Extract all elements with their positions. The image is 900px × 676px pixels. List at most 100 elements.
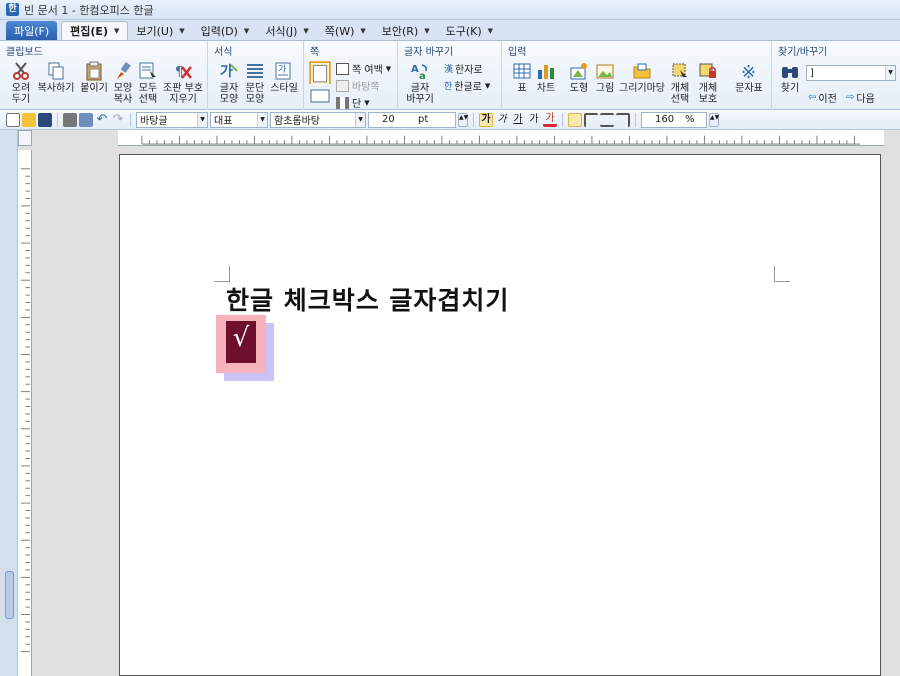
to-hanja-label: 한자로 xyxy=(455,65,483,76)
horizontal-ruler xyxy=(118,130,884,146)
char-shape-button[interactable]: 가 글자 모양 xyxy=(216,61,242,105)
shape-button[interactable]: 도형 xyxy=(566,61,592,94)
chart-button[interactable]: 차트 xyxy=(534,61,558,94)
underline-icon[interactable]: 가 xyxy=(511,113,525,127)
font-color-icon[interactable]: 가 xyxy=(543,113,557,127)
font-size-unit: pt xyxy=(418,114,429,125)
zoom-input[interactable]: 160% xyxy=(641,111,707,128)
find-input-value: ] xyxy=(810,67,814,79)
overlapped-checkbox[interactable]: √ xyxy=(216,315,276,383)
chevron-down-icon[interactable]: ▼ xyxy=(885,66,895,80)
language-select[interactable]: 대표 ▼ xyxy=(210,111,268,128)
find-label: 찾기 xyxy=(780,83,800,94)
tab-file[interactable]: 파일(F) xyxy=(6,21,58,40)
page-layout-button[interactable] xyxy=(308,60,332,86)
find-prev-button[interactable]: ⇦ 이전 xyxy=(808,90,837,105)
group-format: 서식 가 글자 모양 문단 모양 가 스타일 xyxy=(208,41,304,111)
tab-tools-label: 도구(K) xyxy=(445,24,482,38)
find-prev-label: 이전 xyxy=(818,94,837,105)
tab-insert[interactable]: 입력(D) ▼ xyxy=(193,21,258,40)
find-input[interactable]: ] ▼ xyxy=(806,65,896,81)
align-left-icon[interactable] xyxy=(584,112,598,127)
tab-tools[interactable]: 도구(K) ▼ xyxy=(438,21,501,40)
group-find: 찾기/바꾸기 찾기 ] ▼ ⇦ 이전 ⇨ 다음 xyxy=(772,41,900,111)
column-button[interactable]: 단 ▼ xyxy=(336,95,370,110)
spin-icon[interactable]: ▲▼ xyxy=(458,112,468,127)
format-toolbar: ↶ ↷ 바탕글 ▼ 대표 ▼ 함초롬바탕 ▼ 20 pt ▲▼ 가 가 가 가 가 16… xyxy=(0,110,900,130)
align-right-icon[interactable] xyxy=(616,112,630,127)
bar-chart-icon xyxy=(538,65,554,79)
to-hangul-button[interactable]: 한 한글로 ▼ xyxy=(444,78,491,94)
style-icon: 가 xyxy=(275,62,291,80)
align-center-icon[interactable] xyxy=(600,112,614,127)
table-button[interactable]: 표 xyxy=(510,61,534,94)
toolbar-divider xyxy=(57,112,58,127)
style-select-value: 바탕글 xyxy=(140,116,168,127)
open-folder-icon[interactable] xyxy=(22,112,36,127)
object-protect-button[interactable]: 개체 보호 xyxy=(694,61,722,105)
style-button[interactable]: 가 스타일 xyxy=(268,61,300,94)
strikethrough-icon[interactable]: 가 xyxy=(527,113,541,127)
italic-icon[interactable]: 가 xyxy=(495,113,509,127)
font-size-input[interactable]: 20 pt xyxy=(368,111,456,128)
arrow-left-icon: ⇦ xyxy=(808,92,817,103)
picture-button[interactable]: 그림 xyxy=(592,61,618,94)
find-next-button[interactable]: ⇨ 다음 xyxy=(846,90,875,105)
app-icon: 한 xyxy=(6,3,19,16)
tab-page-label: 쪽(W) xyxy=(324,24,355,38)
language-select-value: 대표 xyxy=(214,116,233,127)
find-button[interactable]: 찾기 xyxy=(778,61,802,94)
shape-label: 도형 xyxy=(569,83,589,94)
background-page-icon xyxy=(336,79,349,92)
new-doc-icon[interactable] xyxy=(6,112,20,127)
brush-icon xyxy=(117,62,131,79)
chevron-down-icon: ▼ xyxy=(484,81,491,90)
document-page[interactable] xyxy=(119,154,881,676)
copy-button[interactable]: 복사하기 xyxy=(36,61,76,94)
clipboard-icon xyxy=(86,61,102,81)
page-margin-button[interactable]: 쪽 여백 ▼ xyxy=(336,61,391,76)
background-page-button[interactable]: 바탕쪽 xyxy=(336,78,380,93)
align-justify-icon[interactable] xyxy=(568,112,582,127)
redo-icon[interactable]: ↷ xyxy=(111,112,125,127)
chevron-down-icon: ▼ xyxy=(487,26,494,35)
chevron-down-icon: ▼ xyxy=(364,98,370,107)
chevron-down-icon[interactable]: ▼ xyxy=(257,112,267,127)
tab-format[interactable]: 서식(J) ▼ xyxy=(257,21,316,40)
paste-button[interactable]: 붙이기 xyxy=(78,61,110,94)
char-convert-icon: Aa xyxy=(411,64,427,81)
tab-edit[interactable]: 편집(E) ▼ xyxy=(61,21,129,40)
object-select-button[interactable]: 개체 선택 xyxy=(668,61,692,105)
style-select[interactable]: 바탕글 ▼ xyxy=(136,111,208,128)
tab-insert-label: 입력(D) xyxy=(200,24,238,38)
chevron-down-icon[interactable]: ▼ xyxy=(197,112,207,127)
chevron-down-icon[interactable]: ▼ xyxy=(355,112,365,127)
tab-page[interactable]: 쪽(W) ▼ xyxy=(317,21,374,40)
print-icon[interactable] xyxy=(63,112,77,127)
toolbar-divider xyxy=(473,112,474,127)
tab-view[interactable]: 보기(U) ▼ xyxy=(128,21,192,40)
select-all-button[interactable]: 모두 선택 xyxy=(135,61,161,105)
preview-icon[interactable] xyxy=(79,112,93,127)
document-title-text[interactable]: 한글 체크박스 글자겹치기 xyxy=(226,281,509,317)
clear-codes-button[interactable]: ¶ 조판 부호 지우기 xyxy=(162,61,204,105)
group-title-clipboard: 클립보드 xyxy=(6,47,43,58)
char-map-button[interactable]: ※ 문자표 xyxy=(732,61,766,94)
font-select[interactable]: 함초롬바탕 ▼ xyxy=(270,111,366,128)
para-shape-button[interactable]: 문단 모양 xyxy=(242,61,268,105)
format-copy-button[interactable]: 모양 복사 xyxy=(110,61,136,105)
spin-icon[interactable]: ▲▼ xyxy=(709,112,719,127)
menu-bar: 파일(F) 편집(E) ▼ 보기(U) ▼ 입력(D) ▼ 서식(J) ▼ 쪽(W) ▼ … xyxy=(0,20,900,40)
undo-icon[interactable]: ↶ xyxy=(95,112,109,127)
bold-icon[interactable]: 가 xyxy=(479,112,493,127)
ruler-corner[interactable] xyxy=(18,130,32,146)
tab-security[interactable]: 보안(R) ▼ xyxy=(374,21,438,40)
save-icon[interactable] xyxy=(38,112,52,127)
gallery-button[interactable]: 그리기마당 xyxy=(618,61,666,94)
to-hanja-button[interactable]: 漢 한자로 xyxy=(444,61,483,76)
table-icon xyxy=(513,63,531,79)
char-convert-button[interactable]: Aa 글자 바꾸기 xyxy=(404,61,436,105)
cut-button[interactable]: 오려 두기 xyxy=(6,61,36,105)
side-panel-handle[interactable] xyxy=(5,571,14,619)
shape-icon xyxy=(570,63,587,80)
